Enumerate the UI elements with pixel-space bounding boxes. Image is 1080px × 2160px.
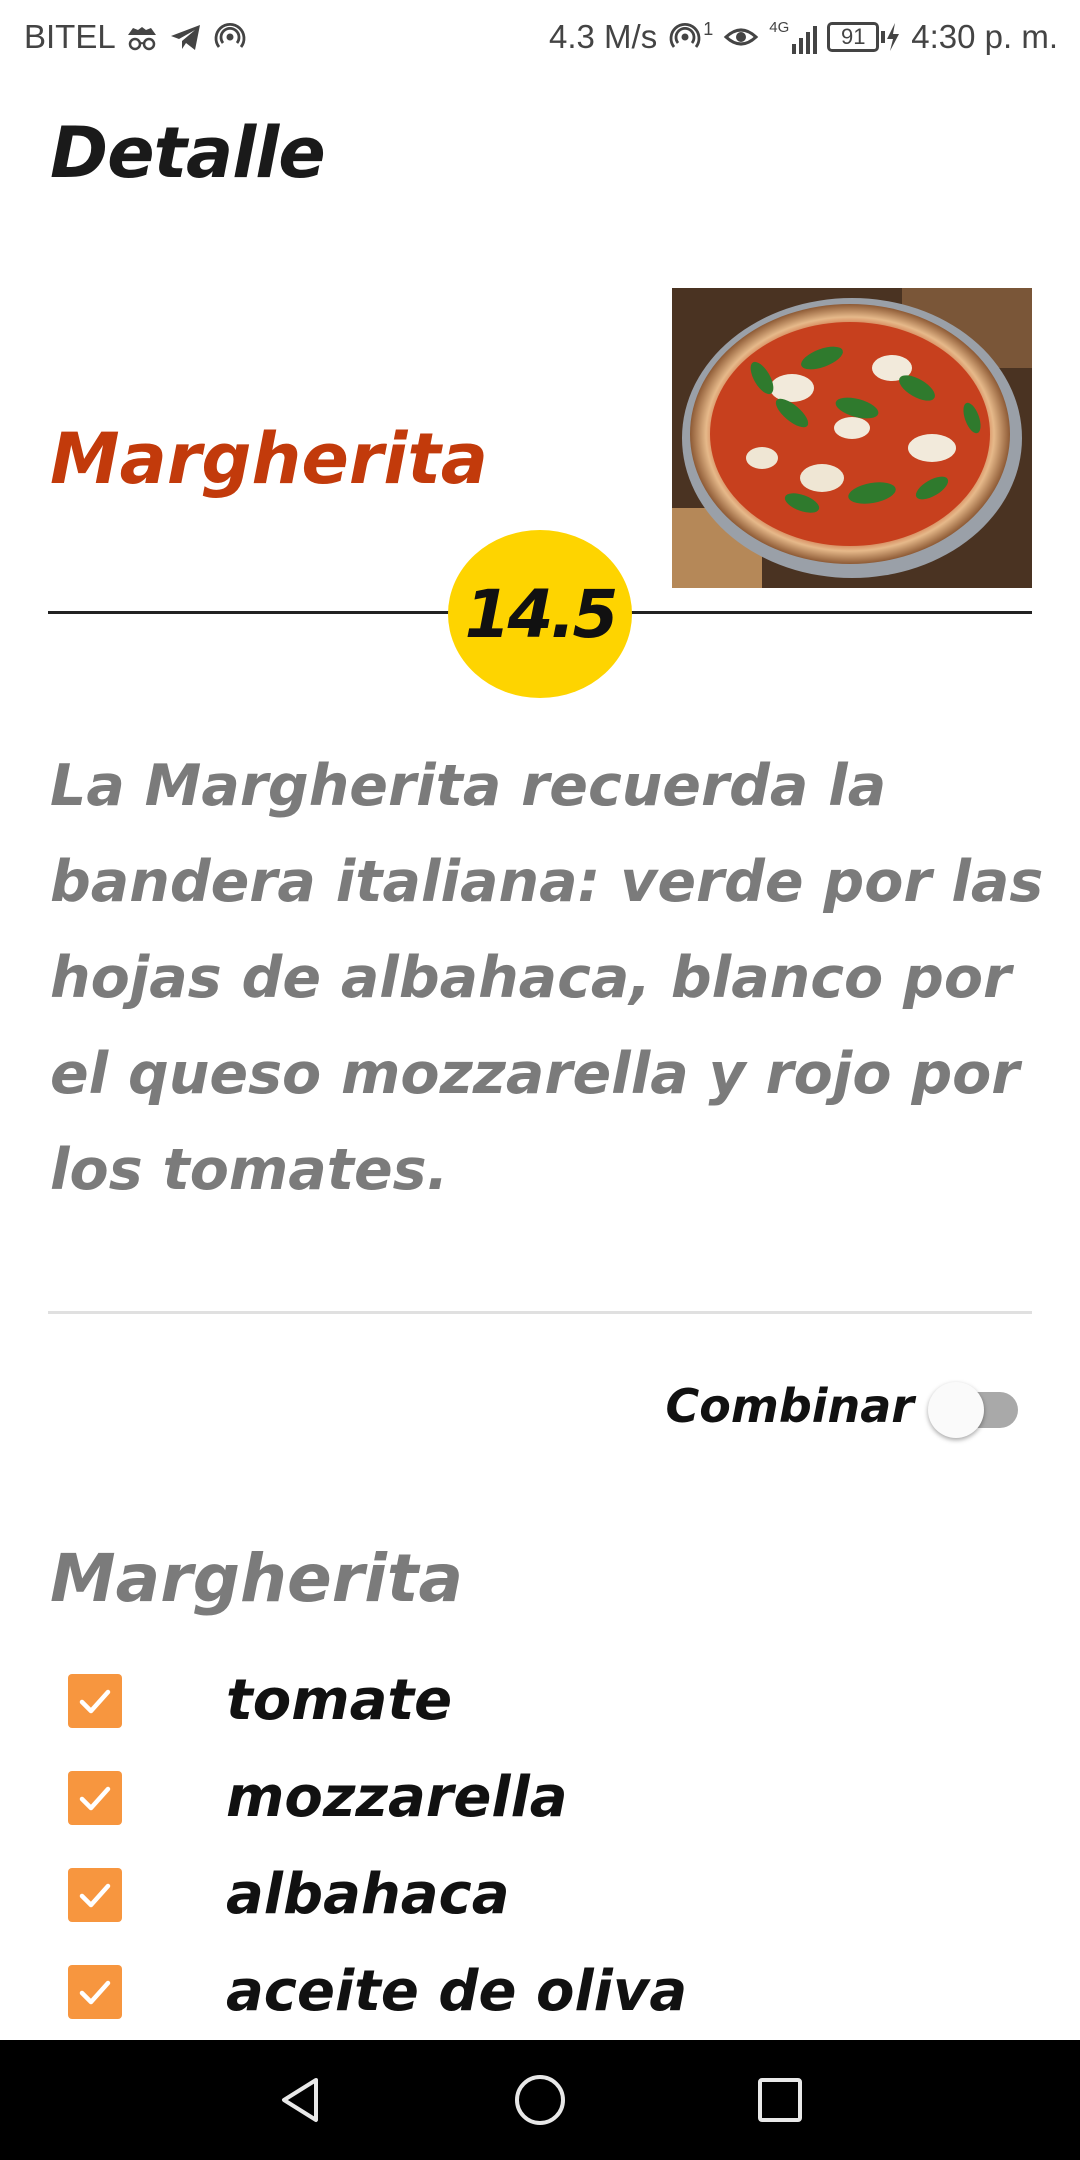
pizza-name: Margherita	[50, 418, 489, 500]
system-nav-bar	[0, 2040, 1080, 2160]
ingredient-checkbox[interactable]	[68, 1867, 122, 1922]
incognito-icon	[127, 27, 156, 51]
list-item: tomate	[68, 1652, 687, 1749]
ingredient-label: albahaca	[226, 1862, 510, 1927]
back-button[interactable]	[270, 2070, 330, 2130]
list-item: albahaca	[68, 1846, 687, 1943]
telegram-icon	[170, 25, 200, 50]
ingredient-checkbox[interactable]	[68, 1673, 122, 1728]
list-item: aceite de oliva	[68, 1943, 687, 2040]
check-icon	[79, 1883, 111, 1907]
ingredients-list: tomate mozzarella albahaca aceite de oli…	[68, 1652, 687, 2040]
carrier-name: BITEL	[24, 18, 116, 55]
recents-icon	[758, 2078, 802, 2122]
4g-signal-icon: 4G	[769, 19, 818, 54]
battery-icon: 91	[827, 22, 901, 52]
ingredients-title: Margherita	[50, 1540, 464, 1617]
status-bar: BITEL 4.3 M/s 1 4G 91 4:30 p. m.	[0, 0, 1080, 76]
switch-thumb	[928, 1382, 984, 1438]
check-icon	[79, 1980, 111, 2004]
network-speed: 4.3 M/s	[549, 18, 658, 55]
check-icon	[79, 1689, 111, 1713]
back-icon	[282, 2078, 318, 2122]
ingredient-label: mozzarella	[226, 1765, 568, 1830]
list-item: mozzarella	[68, 1749, 687, 1846]
eye-icon	[724, 28, 759, 46]
ingredient-checkbox[interactable]	[68, 1770, 122, 1825]
ingredient-label: tomate	[226, 1668, 453, 1733]
home-button[interactable]	[510, 2070, 570, 2130]
combine-switch[interactable]	[928, 1376, 1024, 1438]
network-type: 4G	[769, 19, 790, 36]
clock: 4:30 p. m.	[911, 18, 1058, 55]
ingredient-checkbox[interactable]	[68, 1964, 122, 2019]
section-divider	[48, 1311, 1032, 1314]
battery-level: 91	[827, 22, 880, 52]
check-icon	[79, 1786, 111, 1810]
pizza-photo	[672, 288, 1032, 588]
combine-row: Combinar	[665, 1376, 1024, 1438]
hotspot-icon	[214, 23, 246, 48]
hotspot-count: 1	[703, 19, 714, 39]
recents-button[interactable]	[750, 2070, 810, 2130]
price-badge: 14.5	[448, 530, 632, 698]
hotspot-icon	[669, 23, 701, 48]
combine-label: Combinar	[665, 1379, 914, 1433]
ingredient-label: aceite de oliva	[226, 1959, 688, 2024]
pizza-description: La Margherita recuerda la bandera italia…	[50, 753, 1044, 1203]
home-icon	[515, 2075, 565, 2125]
charging-icon	[887, 23, 900, 51]
page-title: Detalle	[50, 112, 326, 194]
